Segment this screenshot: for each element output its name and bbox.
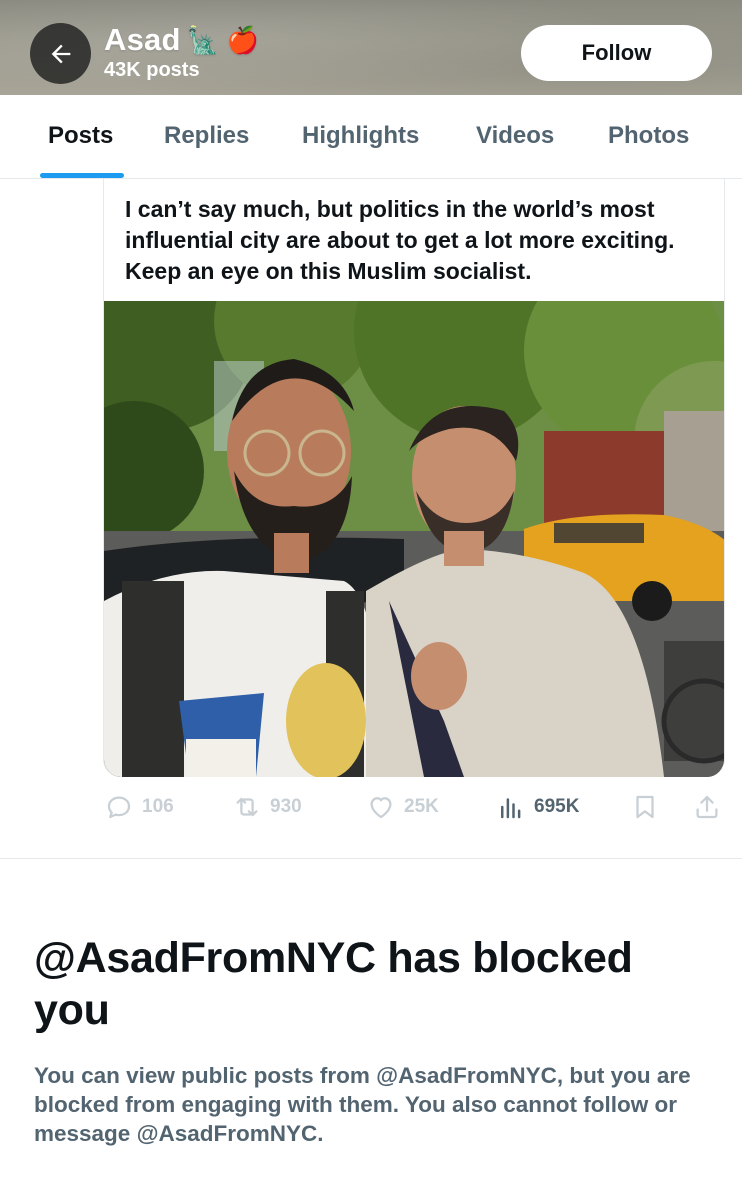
share-icon <box>696 795 718 819</box>
post-count: 43K posts <box>104 59 200 81</box>
reply-count: 106 <box>142 796 174 817</box>
analytics-icon <box>501 798 521 819</box>
blocked-description: You can view public posts from @AsadFrom… <box>34 1063 691 1146</box>
follow-button[interactable]: Follow <box>521 25 712 81</box>
photo-illustration <box>104 301 724 777</box>
profile-name: Asad 🗽 🍎 <box>104 22 259 58</box>
quoted-post-text: I can’t say much, but politics in the wo… <box>125 196 675 284</box>
heart-icon <box>370 797 392 819</box>
name-emoji: 🗽 🍎 <box>186 25 260 55</box>
reply-icon <box>107 796 131 819</box>
tab-highlights[interactable]: Highlights <box>302 122 419 150</box>
like-action[interactable]: 25K <box>366 792 439 822</box>
quoted-post-card[interactable]: I can’t say much, but politics in the wo… <box>103 179 725 777</box>
reply-action[interactable]: 106 <box>104 792 174 822</box>
share-action[interactable] <box>692 792 722 822</box>
tab-photos[interactable]: Photos <box>608 122 689 150</box>
profile-name-text: Asad <box>104 22 181 57</box>
tab-videos[interactable]: Videos <box>476 122 554 150</box>
like-count: 25K <box>404 796 439 817</box>
section-divider <box>0 858 742 859</box>
bookmark-icon <box>636 795 654 819</box>
views-count: 695K <box>534 796 580 817</box>
profile-tabs: Posts Replies Highlights Videos Photos <box>0 95 742 179</box>
post-actions: 106 930 25K 695K <box>0 786 742 830</box>
tab-posts[interactable]: Posts <box>48 122 113 150</box>
arrow-left-icon <box>51 44 70 63</box>
blocked-title: @AsadFromNYC has blocked you <box>34 934 633 1034</box>
active-tab-indicator <box>40 173 124 178</box>
views-action[interactable]: 695K <box>496 792 579 822</box>
repost-count: 930 <box>270 796 302 817</box>
repost-action[interactable]: 930 <box>232 792 302 822</box>
repost-icon <box>236 797 258 817</box>
tab-replies[interactable]: Replies <box>164 122 249 150</box>
post-photo[interactable] <box>104 301 724 777</box>
profile-header: Asad 🗽 🍎 43K posts Follow <box>0 0 742 95</box>
bookmark-action[interactable] <box>630 792 660 822</box>
back-button[interactable] <box>30 23 91 84</box>
